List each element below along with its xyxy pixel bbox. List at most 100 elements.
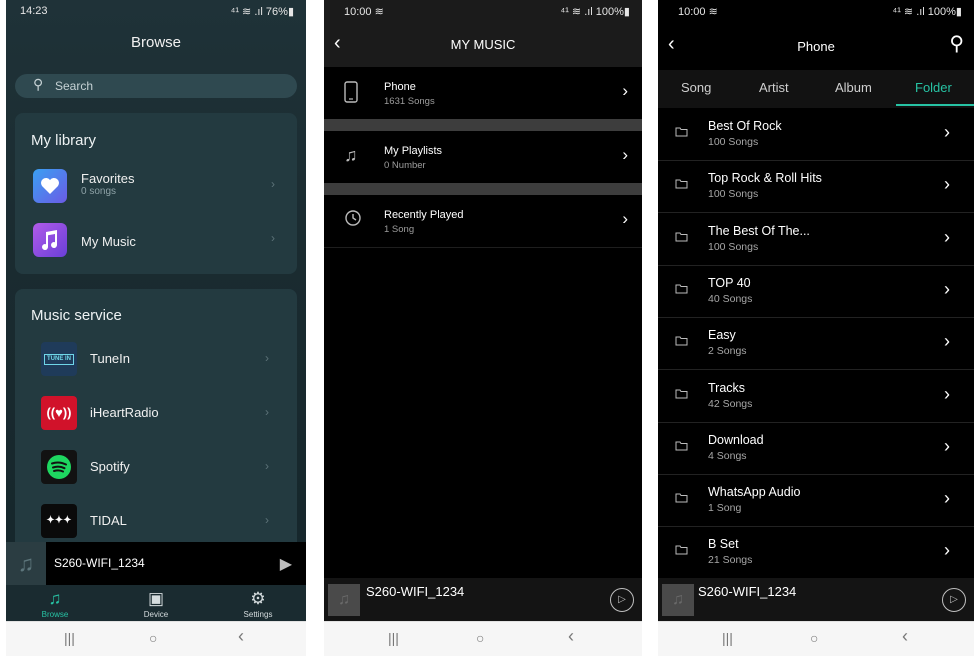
folder-name: Download xyxy=(708,432,764,447)
home-button[interactable]: ○ xyxy=(810,630,818,646)
tab-browse-label: Browse xyxy=(41,610,69,619)
iheartradio-label: iHeartRadio xyxy=(90,405,159,420)
speaker-icon: ▣ xyxy=(147,589,165,608)
service-item-spotify[interactable]: Spotify › xyxy=(15,440,297,494)
search-icon: ⚲ xyxy=(33,76,44,92)
mini-player[interactable]: ♫ S260-WIFI_1234 ▷ xyxy=(658,578,974,621)
play-icon[interactable]: ▷ xyxy=(942,588,966,612)
folder-icon xyxy=(675,231,688,245)
folder-icon xyxy=(675,178,688,192)
player-device-name: S260-WIFI_1234 xyxy=(698,584,797,599)
music-service-heading: Music service xyxy=(31,307,122,324)
folder-row[interactable]: Download 4 Songs › xyxy=(658,422,974,475)
chevron-right-icon: › xyxy=(265,459,269,473)
status-time: 10:00 ≋ xyxy=(344,6,384,18)
folder-song-count: 4 Songs xyxy=(708,449,747,462)
folder-row[interactable]: The Best Of The... 100 Songs › xyxy=(658,213,974,266)
chevron-right-icon: › xyxy=(944,488,950,509)
status-icons: ⁴¹ ≋ .ıl 76%▮ xyxy=(230,6,294,18)
library-item-my-music[interactable]: My Music › xyxy=(15,215,297,265)
tab-settings-label: Settings xyxy=(243,610,273,619)
playlist-icon: ♫ xyxy=(344,145,358,165)
home-button[interactable]: ○ xyxy=(476,630,484,646)
service-item-iheartradio[interactable]: ((♥)) iHeartRadio › xyxy=(15,386,297,440)
chevron-right-icon: › xyxy=(265,405,269,419)
folder-row[interactable]: Easy 2 Songs › xyxy=(658,317,974,371)
folder-song-count: 1 Song xyxy=(708,502,742,515)
mini-player[interactable]: ♫ S260-WIFI_1234 ▶ xyxy=(6,542,306,585)
tab-settings[interactable]: ⚙ Settings xyxy=(228,589,288,619)
folder-name: B Set xyxy=(708,537,739,552)
play-icon[interactable]: ▶ xyxy=(280,554,292,574)
tab-album[interactable]: Album xyxy=(835,80,872,95)
system-nav-bar: ||| ○ ‹ xyxy=(6,621,306,656)
folder-row[interactable]: Top Rock & Roll Hits 100 Songs › xyxy=(658,160,974,214)
tab-song[interactable]: Song xyxy=(681,80,711,95)
folder-icon xyxy=(675,440,688,454)
list-item-phone[interactable]: Phone 1631 Songs › xyxy=(324,67,642,120)
chevron-right-icon: › xyxy=(944,540,950,561)
back-button[interactable]: ‹ xyxy=(902,626,908,647)
chevron-right-icon: › xyxy=(622,209,628,228)
folder-icon xyxy=(675,388,688,402)
chevron-right-icon: › xyxy=(944,331,950,352)
status-time: 10:00 ≋ xyxy=(678,6,718,18)
my-music-label: My Music xyxy=(81,234,136,249)
chevron-right-icon: › xyxy=(271,231,275,245)
folder-icon xyxy=(675,492,688,506)
chevron-right-icon: › xyxy=(944,174,950,195)
music-service-card: Music service TUNE IN TuneIn › ((♥)) iHe… xyxy=(15,289,297,551)
folder-name: The Best Of The... xyxy=(708,223,810,238)
folder-name: TOP 40 xyxy=(708,275,751,290)
recents-button[interactable]: ||| xyxy=(388,630,399,646)
recents-button[interactable]: ||| xyxy=(64,630,75,646)
music-note-icon: ♫ xyxy=(48,589,62,608)
phone-icon xyxy=(344,81,358,108)
music-note-icon xyxy=(33,223,67,257)
service-item-tunein[interactable]: TUNE IN TuneIn › xyxy=(15,332,297,386)
back-button[interactable]: ‹ xyxy=(238,626,244,647)
status-bar: 10:00 ≋ ⁴¹ ≋ .ıl 100%▮ xyxy=(658,0,974,22)
tab-folder[interactable]: Folder xyxy=(915,80,952,95)
album-art-icon: ♫ xyxy=(662,584,694,616)
phone-label: Phone xyxy=(384,81,416,93)
list-item-recently-played[interactable]: Recently Played 1 Song › xyxy=(324,195,642,248)
folder-row[interactable]: Best Of Rock 100 Songs › xyxy=(658,108,974,161)
page-title: MY MUSIC xyxy=(450,37,516,52)
back-button[interactable]: ‹ xyxy=(568,626,574,647)
play-icon[interactable]: ▷ xyxy=(610,588,634,612)
folder-name: WhatsApp Audio xyxy=(708,485,801,500)
search-icon[interactable]: ⚲ xyxy=(949,31,964,56)
home-button[interactable]: ○ xyxy=(149,630,157,646)
sub-tab-bar: Song Artist Album Folder xyxy=(658,70,974,108)
folder-row[interactable]: Tracks 42 Songs › xyxy=(658,370,974,423)
mini-player[interactable]: ♫ S260-WIFI_1234 ▷ xyxy=(324,578,642,621)
search-placeholder: Search xyxy=(55,79,94,93)
list-item-my-playlists[interactable]: ♫ My Playlists 0 Number › xyxy=(324,131,642,184)
status-bar: 14:23 ⁴¹ ≋ .ıl 76%▮ xyxy=(6,0,306,22)
chevron-right-icon: › xyxy=(265,513,269,527)
folder-row[interactable]: WhatsApp Audio 1 Song › xyxy=(658,474,974,528)
service-item-tidal[interactable]: ✦✦✦ TIDAL › xyxy=(15,494,297,548)
tab-artist[interactable]: Artist xyxy=(759,80,789,95)
folder-icon xyxy=(675,126,688,140)
folder-row[interactable]: TOP 40 40 Songs › xyxy=(658,265,974,318)
status-icons: ⁴¹ ≋ .ıl 100%▮ xyxy=(560,6,630,18)
tidal-logo: ✦✦✦ xyxy=(41,504,77,538)
library-item-favorites[interactable]: Favorites 0 songs › xyxy=(15,161,297,211)
chevron-right-icon: › xyxy=(944,278,950,299)
page-title: Browse xyxy=(130,34,182,51)
bottom-tab-bar: ♫ Browse ▣ Device ⚙ Settings xyxy=(6,585,306,622)
album-art-icon: ♫ xyxy=(328,584,360,616)
recents-button[interactable]: ||| xyxy=(722,630,733,646)
spotify-logo xyxy=(41,450,77,484)
folder-name: Best Of Rock xyxy=(708,119,782,133)
folder-row[interactable]: B Set 21 Songs › xyxy=(658,526,974,580)
tab-device[interactable]: ▣ Device xyxy=(126,589,186,619)
chevron-right-icon: › xyxy=(622,145,628,164)
tab-browse[interactable]: ♫ Browse xyxy=(25,589,85,619)
search-input[interactable]: ⚲ Search xyxy=(15,74,297,98)
tidal-label: TIDAL xyxy=(90,513,127,528)
playlists-count: 0 Number xyxy=(384,160,426,171)
folder-name: Easy xyxy=(708,328,736,343)
